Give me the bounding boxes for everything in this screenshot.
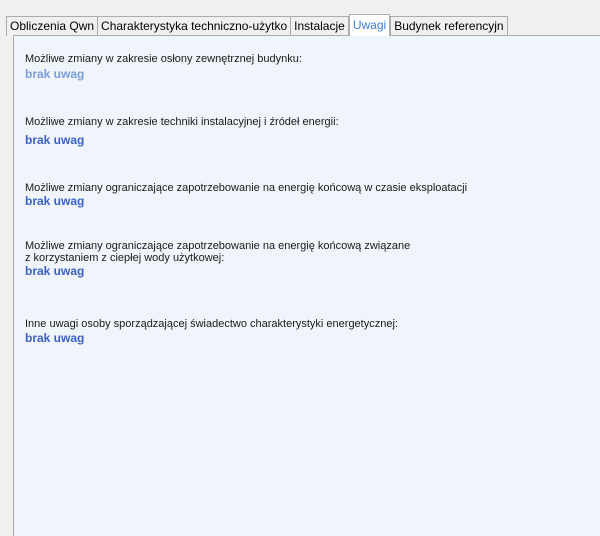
section-label-oslona: Możliwe zmiany w zakresie osłony zewnętr… — [25, 53, 302, 65]
section-value-inne-uwagi[interactable]: brak uwag — [25, 332, 84, 345]
section-value-cieplej-wody[interactable]: brak uwag — [25, 265, 84, 278]
section-label-technika-instalacyjna: Możliwe zmiany w zakresie techniki insta… — [25, 116, 339, 128]
tab-uwagi[interactable]: Uwagi — [348, 14, 391, 36]
section-label-inne-uwagi: Inne uwagi osoby sporządzającej świadect… — [25, 318, 398, 330]
tab-budynek-referencyjny[interactable]: Budynek referencyjn — [390, 16, 508, 36]
section-value-oslona[interactable]: brak uwag — [25, 68, 84, 81]
tab-bar: Obliczenia Qwn Charakterystyka techniczn… — [6, 14, 600, 36]
section-value-energia-eksploatacja[interactable]: brak uwag — [25, 195, 84, 208]
uwagi-panel: Możliwe zmiany w zakresie osłony zewnętr… — [13, 35, 600, 536]
section-label-energia-eksploatacja: Możliwe zmiany ograniczające zapotrzebow… — [25, 182, 468, 194]
section-label-cieplej-wody-line1: Możliwe zmiany ograniczające zapotrzebow… — [25, 240, 411, 252]
tab-instalacje[interactable]: Instalacje — [290, 16, 349, 36]
tab-charakterystyka-techniczno-uzytkowa[interactable]: Charakterystyka techniczno-użytko — [97, 16, 292, 36]
section-value-technika-instalacyjna[interactable]: brak uwag — [25, 134, 84, 147]
tab-obliczenia-qwn[interactable]: Obliczenia Qwn — [6, 16, 99, 36]
section-label-cieplej-wody-line2: z korzystaniem z ciepłej wody użytkowej: — [25, 252, 225, 264]
